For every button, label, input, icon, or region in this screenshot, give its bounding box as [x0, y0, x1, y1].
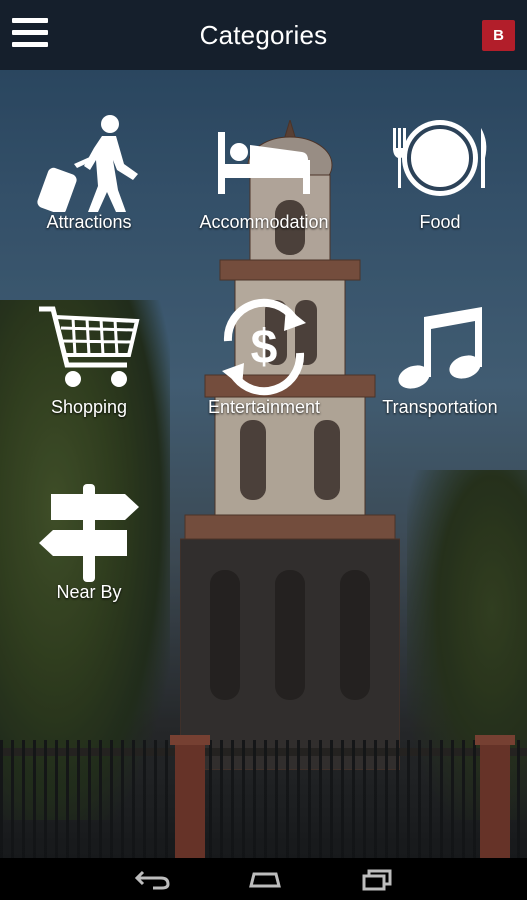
category-transportation[interactable]: Transportation [352, 297, 527, 418]
category-food[interactable]: Food [352, 112, 527, 233]
signpost-icon [37, 482, 142, 582]
category-label: Entertainment [207, 397, 321, 417]
app-bar: Categories B [0, 0, 527, 70]
category-attractions[interactable]: Attractions [1, 112, 177, 233]
back-icon[interactable] [133, 866, 173, 892]
page-title: Categories [199, 20, 328, 50]
category-label: Near By [56, 582, 122, 602]
category-near-by[interactable]: Near By [1, 482, 177, 603]
category-label: Shopping [50, 397, 128, 417]
music-note-icon [390, 297, 490, 397]
plate-fork-knife-icon [388, 112, 493, 212]
category-accommodation[interactable]: Accommodation [176, 112, 352, 233]
shopping-cart-icon [37, 297, 142, 397]
home-icon[interactable] [245, 866, 285, 892]
category-label: Accommodation [199, 212, 329, 232]
profile-badge[interactable]: B [482, 20, 515, 51]
recent-apps-icon[interactable] [357, 866, 397, 892]
system-navigation-bar [0, 858, 527, 900]
bed-icon [214, 112, 314, 212]
category-label: Food [419, 212, 461, 232]
svg-text:$: $ [251, 321, 278, 374]
dollar-exchange-icon: $ [214, 297, 314, 397]
category-label: Attractions [46, 212, 132, 232]
category-shopping[interactable]: Shopping [1, 297, 177, 418]
traveler-luggage-icon [34, 112, 144, 212]
category-entertainment[interactable]: $ Entertainment [176, 297, 352, 418]
category-label: Transportation [382, 397, 498, 417]
